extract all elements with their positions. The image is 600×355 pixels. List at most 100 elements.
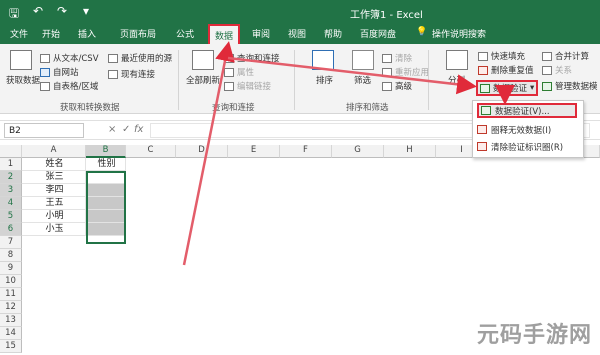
remove-duplicates-label: 删除重复值 <box>491 66 534 76</box>
customize-qat-icon[interactable]: ▾ <box>78 4 94 25</box>
menu-item-data-validation[interactable]: 数据验证(V)... <box>477 103 577 118</box>
chevron-down-icon: ▾ <box>530 83 535 93</box>
queries-connections-button[interactable]: 查询和连接 <box>224 52 280 64</box>
existing-connections-button[interactable]: 现有连接 <box>108 68 155 80</box>
filter-funnel-icon <box>352 50 374 70</box>
row-header[interactable]: 7 <box>0 236 22 249</box>
undo-icon[interactable]: ↶ <box>30 4 46 25</box>
selected-cell[interactable] <box>86 197 126 210</box>
tab-page-layout[interactable]: 页面布局 <box>120 27 156 40</box>
redo-icon[interactable]: ↷ <box>54 4 70 25</box>
tab-formulas[interactable]: 公式 <box>176 27 194 40</box>
column-header-c[interactable]: C <box>126 145 176 158</box>
row-header[interactable]: 8 <box>0 249 22 262</box>
column-header-a[interactable]: A <box>22 145 86 158</box>
from-table-button[interactable]: 自表格/区域 <box>40 80 98 92</box>
cell-a3[interactable]: 李四 <box>22 184 86 197</box>
row-header[interactable]: 3 <box>0 184 22 197</box>
edit-links-button[interactable]: 编辑链接 <box>224 80 271 92</box>
tab-insert[interactable]: 插入 <box>78 27 96 40</box>
tell-me-search[interactable]: 操作说明搜索 <box>432 27 486 40</box>
column-header-f[interactable]: F <box>280 145 332 158</box>
cell-a6[interactable]: 小玉 <box>22 223 86 236</box>
selected-cell[interactable] <box>86 184 126 197</box>
tab-view[interactable]: 视图 <box>288 27 306 40</box>
flash-fill-button[interactable]: 快速填充 <box>478 50 525 62</box>
split-column-button[interactable]: 分列 <box>448 74 465 86</box>
quick-access-toolbar: 🖫 ↶ ↷ ▾ <box>6 4 94 25</box>
cell-b1[interactable]: 性别 <box>86 158 126 171</box>
reapply-button[interactable]: 重新应用 <box>382 66 429 78</box>
row-header[interactable]: 11 <box>0 288 22 301</box>
from-web-button[interactable]: 自网站 <box>40 66 79 78</box>
existing-connections-label: 现有连接 <box>121 70 156 80</box>
edit-links-icon <box>224 81 234 91</box>
sort-button[interactable]: 排序 <box>316 74 333 86</box>
menu-item-label: 数据验证(V)... <box>495 106 550 117</box>
cell-a1[interactable]: 姓名 <box>22 158 86 171</box>
menu-item-clear-validation-circles[interactable]: 清除验证标识圈(R) <box>477 139 563 154</box>
tab-help[interactable]: 帮助 <box>324 27 342 40</box>
properties-button[interactable]: 属性 <box>224 66 254 78</box>
cell-a5[interactable]: 小明 <box>22 210 86 223</box>
recent-sources-button[interactable]: 最近使用的源 <box>108 52 172 64</box>
column-header-g[interactable]: G <box>332 145 384 158</box>
save-icon[interactable]: 🖫 <box>6 4 22 25</box>
cell-a2[interactable]: 张三 <box>22 171 86 184</box>
filter-button[interactable]: 筛选 <box>354 74 371 86</box>
name-box[interactable]: B2 <box>4 123 84 138</box>
row-header[interactable]: 10 <box>0 275 22 288</box>
column-header-e[interactable]: E <box>228 145 280 158</box>
selected-cell[interactable] <box>86 171 126 184</box>
tab-file[interactable]: 文件 <box>10 27 28 40</box>
row-header[interactable]: 15 <box>0 340 22 353</box>
advanced-filter-label: 高级 <box>395 82 413 92</box>
row-header[interactable]: 5 <box>0 210 22 223</box>
selected-cell[interactable] <box>86 210 126 223</box>
row-header[interactable]: 14 <box>0 327 22 340</box>
column-header-b[interactable]: B <box>86 145 126 158</box>
column-header-d[interactable]: D <box>176 145 228 158</box>
cancel-icon[interactable]: × <box>108 124 116 135</box>
fx-icon[interactable]: fx <box>134 124 143 135</box>
tab-home[interactable]: 开始 <box>42 27 60 40</box>
menu-item-circle-invalid-data[interactable]: 圈释无效数据(I) <box>477 122 551 137</box>
properties-label: 属性 <box>237 68 255 78</box>
refresh-all-icon <box>192 50 214 70</box>
data-validation-button[interactable]: 数据验证 ▾ <box>476 80 539 96</box>
cell-a4[interactable]: 王五 <box>22 197 86 210</box>
remove-duplicates-icon <box>478 65 488 75</box>
column-header-h[interactable]: H <box>384 145 436 158</box>
consolidate-button[interactable]: 合并计算 <box>542 50 589 62</box>
circle-invalid-icon <box>477 125 487 134</box>
manage-data-model-button[interactable]: 管理数据模 <box>542 80 598 92</box>
remove-duplicates-button[interactable]: 删除重复值 <box>478 64 534 76</box>
sort-icon <box>312 50 334 70</box>
data-validation-icon <box>480 83 490 93</box>
refresh-all-button[interactable]: 全部刷新 <box>186 74 220 86</box>
row-header[interactable]: 6 <box>0 223 22 236</box>
row-header[interactable]: 2 <box>0 171 22 184</box>
tab-review[interactable]: 审阅 <box>252 27 270 40</box>
reapply-icon <box>382 67 392 77</box>
clear-filter-button[interactable]: 清除 <box>382 52 412 64</box>
from-text-csv-button[interactable]: 从文本/CSV <box>40 52 99 64</box>
row-header[interactable]: 4 <box>0 197 22 210</box>
advanced-filter-button[interactable]: 高级 <box>382 80 412 92</box>
relationships-button[interactable]: 关系 <box>542 64 572 76</box>
row-header[interactable]: 12 <box>0 301 22 314</box>
enter-icon[interactable]: ✓ <box>122 124 130 135</box>
row-header[interactable]: 1 <box>0 158 22 171</box>
row-header[interactable]: 13 <box>0 314 22 327</box>
ribbon-separator <box>294 50 295 110</box>
tab-data[interactable]: 数据 <box>208 24 241 44</box>
selected-cell[interactable] <box>86 223 126 236</box>
row-header[interactable]: 9 <box>0 262 22 275</box>
get-data-button[interactable]: 获取数据 <box>6 74 40 86</box>
select-all-corner[interactable] <box>0 145 22 158</box>
sort-label: 排序 <box>316 76 334 86</box>
menu-item-label: 圈释无效数据(I) <box>491 125 552 136</box>
flash-fill-label: 快速填充 <box>491 52 526 62</box>
web-icon <box>40 67 50 77</box>
tab-baidu-netdisk[interactable]: 百度网盘 <box>360 27 396 40</box>
